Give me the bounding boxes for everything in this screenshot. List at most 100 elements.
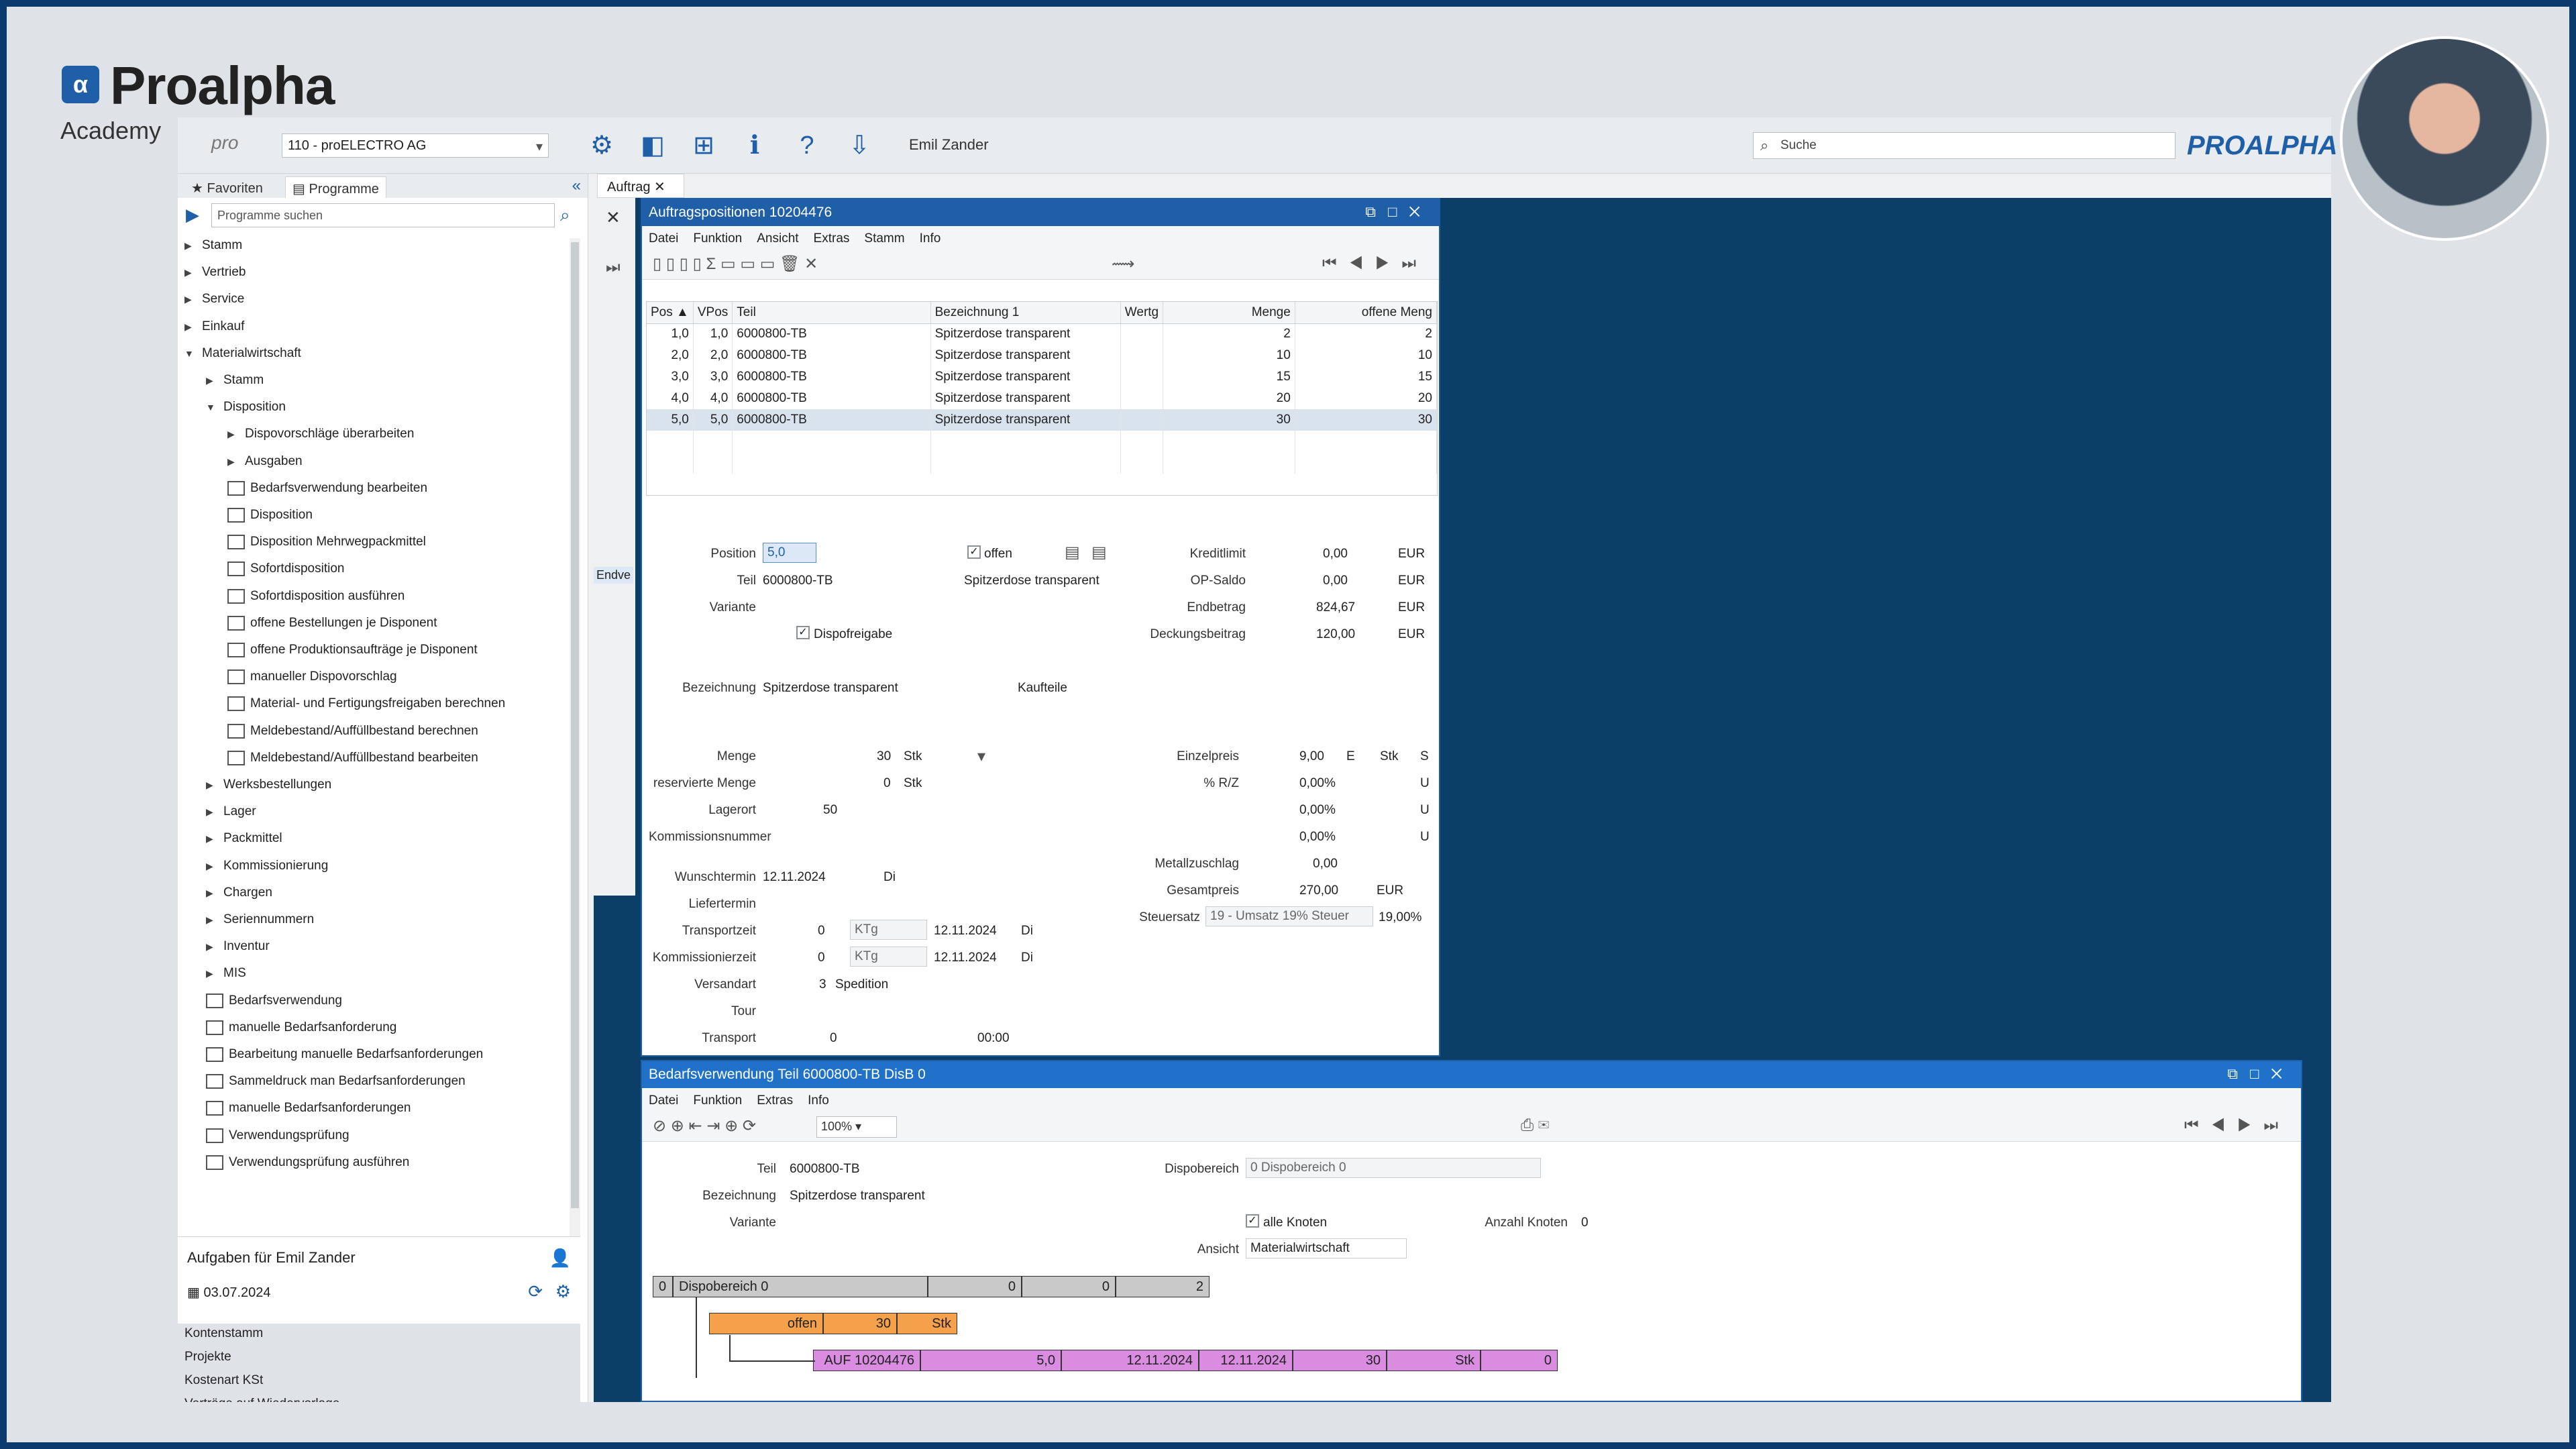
tree-item[interactable]: ▶ Inventur <box>206 939 270 966</box>
tree-item[interactable]: Sofortdisposition <box>227 561 344 588</box>
table-row[interactable]: 4,0 4,0 6000800-TB Spitzerdose transparent 2… <box>647 388 1438 409</box>
menu-item[interactable]: Datei <box>649 1093 678 1108</box>
tree-item[interactable]: ▶ Werksbestellungen <box>206 777 331 804</box>
tree-item[interactable]: Bedarfsverwendung bearbeiten <box>227 480 427 508</box>
tree-item[interactable]: Sammeldruck man Bedarfsanforderungen <box>206 1074 466 1101</box>
tree-item[interactable]: ▶ Seriennummern <box>206 912 314 939</box>
tree-item[interactable]: ▶ Stamm <box>184 238 242 265</box>
tree-item[interactable]: ▶ Dispovorschläge überarbeiten <box>227 427 414 453</box>
tree-node-auf-cell[interactable]: 0 <box>1481 1350 1558 1371</box>
tree-item[interactable]: ▶ Packmittel <box>206 831 282 858</box>
tree-node-root-cell[interactable]: Dispobereich 0 <box>673 1276 928 1297</box>
checkbox[interactable]: ✓ <box>796 626 810 639</box>
forward-icon[interactable]: ⟿ <box>1112 254 1134 274</box>
column-header[interactable]: Menge <box>1163 302 1295 324</box>
tree-node-root-cell[interactable]: 0 <box>928 1276 1022 1297</box>
task-item[interactable]: Verträge auf Wiedervorlage <box>178 1394 580 1402</box>
task-item[interactable]: Kontenstamm <box>178 1324 580 1347</box>
tree-node-root-cell[interactable]: 2 <box>1116 1276 1210 1297</box>
tree-item[interactable]: ▶ Vertrieb <box>184 265 246 292</box>
skip-end-icon[interactable]: ⏭ <box>606 258 621 277</box>
chevron-down-icon[interactable]: ▾ <box>977 747 985 766</box>
tree-item[interactable]: Meldebestand/Auffüllbestand bearbeiten <box>227 750 478 777</box>
table-row[interactable]: 3,0 3,0 6000800-TB Spitzerdose transparent 1… <box>647 366 1438 388</box>
column-header[interactable]: Wertg <box>1120 302 1164 324</box>
columns-icon[interactable]: ◧ <box>638 131 667 160</box>
table-row[interactable]: 1,0 1,0 6000800-TB Spitzerdose transparent 2… <box>647 323 1438 345</box>
tab-auftrag[interactable]: Auftrag ✕ <box>597 174 684 198</box>
alle-knoten-checkbox[interactable]: ✓ <box>1246 1214 1259 1228</box>
tree-node-auf-cell[interactable]: 12.11.2024 <box>1199 1350 1293 1371</box>
search-icon[interactable]: ⌕ <box>560 205 570 226</box>
column-header[interactable]: Teil <box>732 302 931 324</box>
play-icon[interactable]: ▶ <box>186 205 199 225</box>
tree-node-offen-cell[interactable]: Stk <box>897 1313 957 1334</box>
collapse-sidebar-icon[interactable]: « <box>572 176 581 195</box>
doc-icon[interactable]: ▤ <box>1065 543 1080 562</box>
tree-item[interactable]: Material- und Fertigungsfreigaben berech… <box>227 696 505 723</box>
field-input[interactable]: KTg <box>850 920 927 940</box>
tree-node-auf-cell[interactable]: AUF 10204476 <box>813 1350 920 1371</box>
tree-item[interactable]: ▶ Kommissionierung <box>206 859 328 885</box>
menu-item[interactable]: Datei <box>649 231 678 246</box>
menu-item[interactable]: Info <box>920 231 941 246</box>
tree-item[interactable]: manueller Dispovorschlag <box>227 669 397 696</box>
company-select[interactable]: 110 - proELECTRO AG ▾ <box>282 133 549 158</box>
program-search-input[interactable]: Programme suchen <box>211 203 555 227</box>
tree-node-root-cell[interactable]: 0 <box>653 1276 673 1297</box>
field-select[interactable]: Materialwirtschaft <box>1246 1238 1407 1258</box>
tree-item[interactable]: Meldebestand/Auffüllbestand berechnen <box>227 723 478 751</box>
checkbox[interactable]: ✓ <box>967 545 981 559</box>
tab-favoriten[interactable]: ★ Favoriten <box>184 176 270 198</box>
column-header[interactable]: offene Meng <box>1295 302 1438 324</box>
window-controls[interactable]: ⧉□✕ <box>1365 203 1432 221</box>
close-icon[interactable]: ✕ <box>606 207 621 228</box>
tree-item[interactable]: Sofortdisposition ausführen <box>227 588 405 616</box>
tree-item[interactable]: Bedarfsverwendung <box>206 993 342 1020</box>
tree-item[interactable]: Disposition Mehrwegpackmittel <box>227 535 426 561</box>
new-icon[interactable]: ▯ ▯ ▯ ▯ Σ ▭ ▭ ▭ 🗑 ✕ <box>653 255 818 273</box>
tree-node-offen-cell[interactable]: offen <box>709 1313 823 1334</box>
tree-item[interactable]: ▶ Service <box>184 292 244 319</box>
table-row[interactable]: 2,0 2,0 6000800-TB Spitzerdose transparent 1… <box>647 345 1438 366</box>
gear-icon[interactable]: ⚙ <box>555 1281 571 1302</box>
tree-node-offen-cell[interactable]: 30 <box>823 1313 897 1334</box>
field-input[interactable]: 19 - Umsatz 19% Steuer <box>1205 906 1373 926</box>
tree-item[interactable]: offene Bestellungen je Disponent <box>227 615 437 643</box>
tree-node-root-cell[interactable]: 0 <box>1022 1276 1116 1297</box>
menu-item[interactable]: Ansicht <box>757 231 798 246</box>
tree-item[interactable]: ▼ Disposition <box>206 400 286 427</box>
tree-item[interactable]: ▶ Ausgaben <box>227 454 303 481</box>
tree-item[interactable]: Disposition <box>227 508 313 535</box>
field-select[interactable]: 0 Dispobereich 0 <box>1246 1158 1541 1178</box>
zoom-select[interactable]: 100% ▾ <box>816 1116 897 1138</box>
tree-node-auf-cell[interactable]: 12.11.2024 <box>1061 1350 1199 1371</box>
nav-icons[interactable]: ⏮◀▶⏭ <box>2184 1116 2290 1135</box>
tree-item[interactable]: ▶ Stamm <box>206 373 264 400</box>
menu-item[interactable]: Extras <box>814 231 850 246</box>
tree-item[interactable]: Verwendungsprüfung <box>206 1128 350 1155</box>
task-item[interactable]: Projekte <box>178 1347 580 1371</box>
menu-item[interactable]: Extras <box>757 1093 793 1108</box>
tree-item[interactable]: ▶ Chargen <box>206 885 272 912</box>
layout-icon[interactable]: ⊞ <box>689 131 718 160</box>
table-row[interactable]: 5,0 5,0 6000800-TB Spitzerdose transparent 3… <box>647 409 1438 431</box>
column-header[interactable]: Pos ▲ <box>647 302 694 324</box>
tree-item[interactable]: Bearbeitung manuelle Bedarfsanforderunge… <box>206 1047 483 1074</box>
sidebar-scrollbar[interactable] <box>570 238 580 1244</box>
field-input[interactable]: 5,0 <box>763 543 816 563</box>
tree-item[interactable]: offene Produktionsaufträge je Disponent <box>227 643 478 669</box>
tree-item[interactable]: ▶ Einkauf <box>184 319 244 346</box>
tree-item[interactable]: manuelle Bedarfsanforderungen <box>206 1101 411 1128</box>
menu-item[interactable]: Funktion <box>693 231 742 246</box>
tree-item[interactable]: manuelle Bedarfsanforderung <box>206 1020 396 1047</box>
user-icon[interactable]: 👤 <box>549 1248 571 1269</box>
info-icon[interactable]: ℹ <box>740 131 769 160</box>
tree-item[interactable]: ▶ Lager <box>206 804 256 831</box>
nav-icons[interactable]: ⏮◀▶⏭ <box>1322 254 1428 273</box>
menu-item[interactable]: Info <box>808 1093 829 1108</box>
window-controls[interactable]: ⧉□✕ <box>2227 1065 2294 1083</box>
gear-icon[interactable]: ⚙ <box>587 131 616 160</box>
print-icon[interactable]: ⎙ ✉ <box>1521 1116 1549 1135</box>
menu-item[interactable]: Stamm <box>864 231 904 246</box>
